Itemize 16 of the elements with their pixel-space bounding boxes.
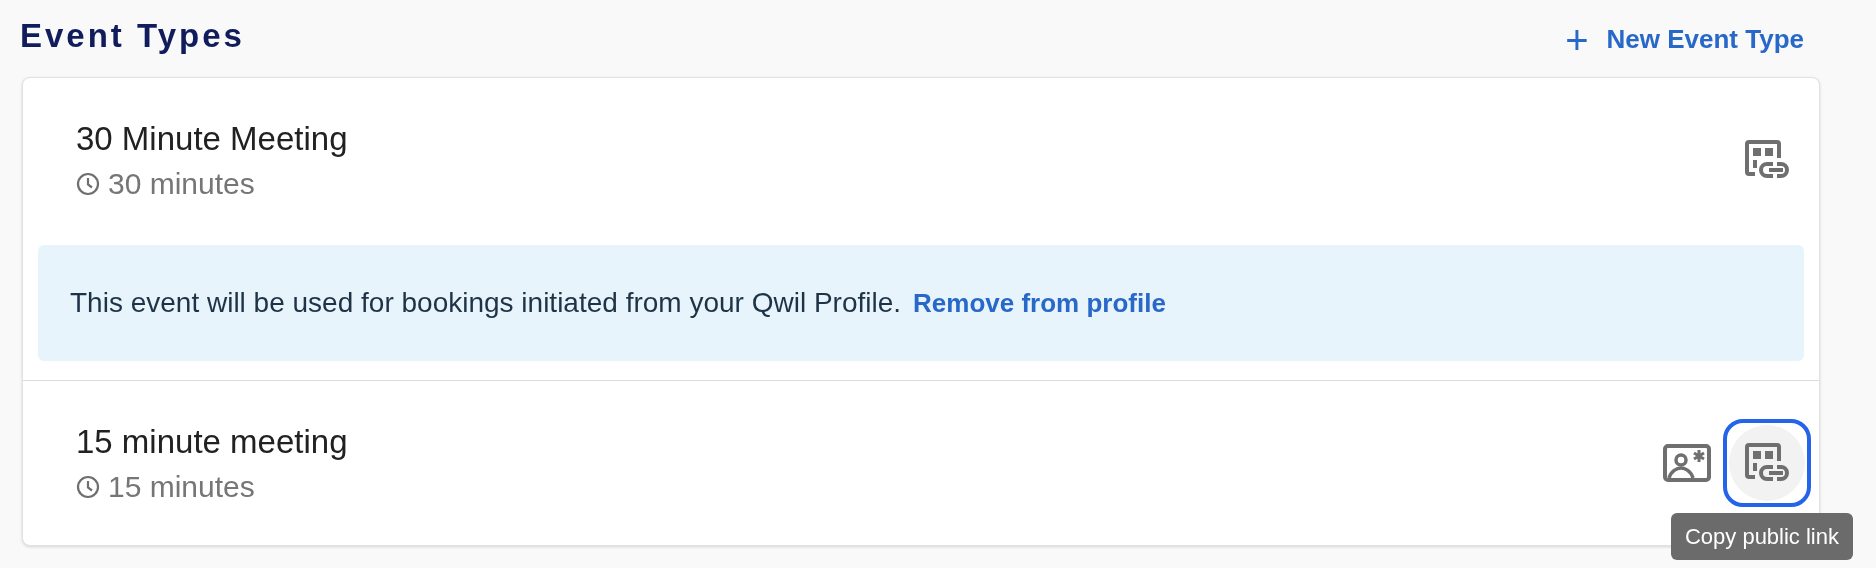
- remove-from-profile-link[interactable]: Remove from profile: [913, 283, 1166, 323]
- event-name: 15 minute meeting: [76, 422, 348, 462]
- plus-icon: +: [1565, 24, 1589, 55]
- new-event-type-button[interactable]: + New Event Type: [1565, 20, 1804, 59]
- event-name: 30 Minute Meeting: [76, 119, 348, 159]
- calendar-link-icon: [1745, 140, 1789, 180]
- event-duration: 30 minutes: [108, 166, 255, 202]
- event-duration: 15 minutes: [108, 469, 255, 505]
- page-title: Event Types: [20, 15, 245, 56]
- calendar-link-icon: [1745, 443, 1789, 483]
- profile-picture-icon: [1663, 444, 1711, 482]
- tooltip: Copy public link: [1670, 513, 1853, 560]
- copy-link-button[interactable]: [1723, 419, 1811, 507]
- notice-text: This event will be used for bookings initiated from your Qwil Profile.: [70, 286, 902, 320]
- clock-icon: [76, 172, 100, 196]
- clock-icon: [76, 475, 100, 499]
